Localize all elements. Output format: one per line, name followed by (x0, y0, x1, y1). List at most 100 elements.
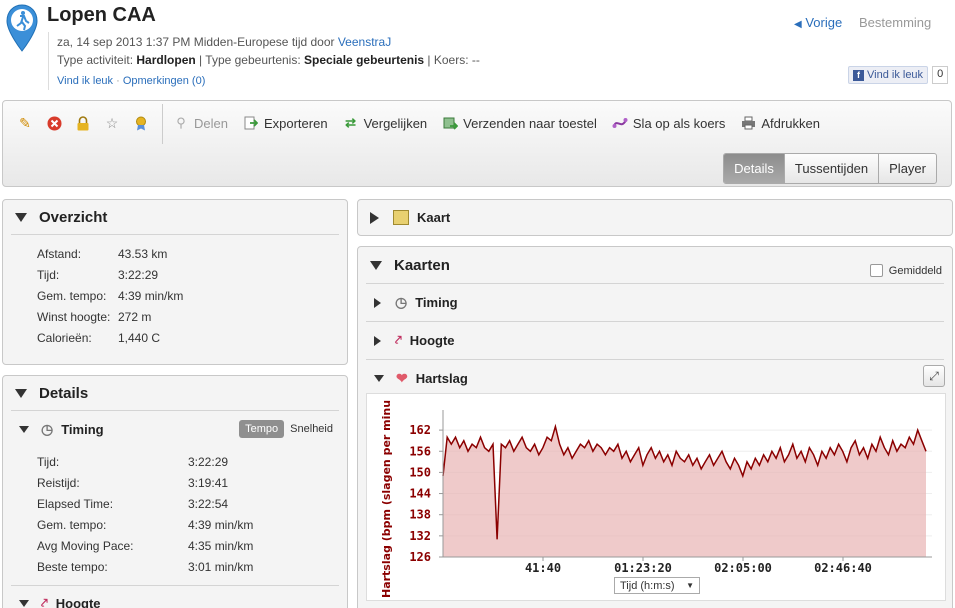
next-label: Bestemming (859, 15, 932, 30)
tempo-pill[interactable]: Tempo (239, 420, 285, 438)
star-icon[interactable]: ☆ (104, 115, 120, 131)
save-as-course-button[interactable]: Sla op als koers (612, 115, 726, 131)
export-label: Exporteren (263, 115, 328, 131)
overview-value: 3:22:29 (118, 267, 159, 282)
facebook-like: f Vind ik leuk 0 (848, 66, 949, 84)
elevation-subheader[interactable]: ⤤ Hoogte (3, 586, 347, 608)
overview-value: 43.53 km (118, 246, 168, 261)
header-divider (48, 32, 49, 90)
heart-rate-chart-svg: 162 156 150 144 138 132 126 41:40 01:23:20 02:05:… (380, 400, 932, 598)
timing-value: 4:35 min/km (188, 538, 254, 553)
lock-icon[interactable] (75, 115, 91, 131)
average-label: Gemiddeld (888, 264, 942, 277)
comments-link[interactable]: Opmerkingen (0) (123, 75, 206, 87)
charts-title: Kaarten (394, 256, 450, 274)
overview-key: Tijd: (37, 267, 60, 282)
timing-key: Elapsed Time: (37, 496, 114, 511)
chart-section-elevation-label: Hoogte (409, 333, 455, 348)
timing-row: Gem. tempo: 4:39 min/km (37, 514, 347, 535)
elevation-icon: ⤤ (395, 333, 402, 347)
chart-section-elevation[interactable]: ⤤ Hoogte (358, 322, 952, 359)
average-checkbox[interactable] (869, 264, 883, 277)
overview-row: Calorieën: 1,440 C (37, 327, 347, 348)
like-link[interactable]: Vind ik leuk (57, 75, 113, 87)
print-label: Afdrukken (761, 115, 820, 131)
y-tick-label: 150 (409, 465, 431, 479)
timing-key: Beste tempo: (37, 559, 108, 574)
share-button[interactable]: ⚲ Delen (173, 115, 228, 131)
details-title: Details (39, 384, 89, 402)
activity-date-line: za, 14 sep 2013 1:37 PM Midden-Europese … (57, 35, 391, 49)
timing-value: 4:39 min/km (188, 517, 254, 532)
collapse-triangle-icon (370, 260, 382, 270)
expand-icon: ⤢ (929, 368, 939, 383)
delete-icon[interactable] (46, 115, 62, 131)
charts-header[interactable]: Kaarten (358, 247, 952, 283)
map-title: Kaart (417, 210, 451, 225)
badge-icon[interactable] (133, 115, 149, 131)
author-link[interactable]: VeenstraJ (338, 35, 391, 49)
event-label: | Type gebeurtenis: (195, 53, 305, 67)
heart-icon: ❤ (396, 370, 408, 386)
type-value: Hardlopen (136, 53, 196, 67)
printer-icon (740, 115, 756, 131)
overview-list: Afstand: 43.53 km Tijd: 3:22:29 Gem. tempo… (3, 235, 347, 348)
overview-row: Gem. tempo: 4:39 min/km (37, 285, 347, 306)
overview-value: 272 m (118, 309, 152, 324)
y-tick-label: 126 (409, 550, 431, 564)
timing-value: 3:22:54 (188, 496, 229, 511)
y-tick-label: 156 (409, 444, 431, 458)
pace-speed-toggle: Tempo Snelheid (239, 420, 339, 438)
fullscreen-button[interactable]: ⤢ (923, 365, 945, 387)
expand-triangle-icon (374, 297, 381, 308)
tab-player[interactable]: Player (878, 154, 936, 183)
compare-button[interactable]: ⇄ Vergelijken (343, 115, 427, 131)
page-title: Lopen CAA (47, 4, 156, 26)
expand-triangle-icon (370, 211, 379, 224)
collapse-triangle-icon (374, 375, 384, 382)
tab-details[interactable]: Details (724, 154, 784, 183)
collapse-triangle-icon (19, 426, 29, 433)
overview-row: Tijd: 3:22:29 (37, 264, 347, 285)
elevation-title: Hoogte (55, 595, 101, 608)
facebook-icon: f (853, 69, 864, 81)
pencil-icon[interactable]: ✎ (17, 115, 33, 131)
details-header[interactable]: Details (3, 376, 347, 410)
y-tick-label: 144 (409, 487, 431, 501)
average-toggle[interactable]: Gemiddeld (869, 264, 942, 277)
send-to-device-icon (442, 115, 458, 131)
previous-button[interactable]: ◀ Vorige (794, 15, 842, 30)
location-pin-icon (6, 4, 38, 52)
heart-rate-chart: 162 156 150 144 138 132 126 41:40 01:23:20 02:05:… (366, 393, 946, 601)
map-icon (393, 210, 409, 225)
x-axis-select[interactable]: Tijd (h:m:s) ▼ (614, 577, 700, 594)
map-header[interactable]: Kaart (358, 200, 952, 235)
print-button[interactable]: Afdrukken (740, 115, 820, 131)
date-text: za, 14 sep 2013 1:37 PM Midden-Europese … (57, 35, 338, 49)
export-button[interactable]: Exporteren (243, 115, 328, 131)
timing-title: Timing (61, 422, 104, 437)
timing-key: Gem. tempo: (37, 517, 107, 532)
course-icon (612, 115, 628, 131)
chart-section-heartrate[interactable]: ❤ Hartslag (358, 360, 952, 397)
chevron-down-icon: ▼ (686, 581, 694, 590)
overview-panel: Overzicht Afstand: 43.53 km Tijd: 3:22:29 … (2, 199, 348, 365)
chart-section-timing[interactable]: ◷ Timing (358, 284, 952, 321)
details-panel: Details ◷ Timing Tempo Snelheid Tijd: 3:22… (2, 375, 348, 608)
timing-list: Tijd: 3:22:29 Reistijd: 3:19:41 Elapsed Ti… (3, 448, 347, 577)
overview-header[interactable]: Overzicht (3, 200, 347, 234)
overview-key: Calorieën: (37, 330, 92, 345)
speed-pill[interactable]: Snelheid (284, 420, 339, 438)
tab-splits[interactable]: Tussentijden (783, 154, 878, 183)
next-button[interactable]: Bestemming (859, 15, 931, 30)
save-as-course-label: Sla op als koers (632, 115, 726, 131)
export-icon (243, 115, 259, 131)
x-axis-select-value: Tijd (h:m:s) (620, 579, 675, 592)
send-to-device-button[interactable]: Verzenden naar toestel (442, 115, 597, 131)
activity-toolbar: ✎ ☆ ⚲ Delen Exporteren ⇄ Vergelijken Verze… (2, 100, 952, 187)
overview-value: 4:39 min/km (118, 288, 184, 303)
toolbar-separator (162, 104, 163, 144)
facebook-like-button[interactable]: f Vind ik leuk (848, 66, 929, 84)
send-to-device-label: Verzenden naar toestel (463, 115, 597, 131)
expand-triangle-icon (374, 335, 381, 346)
